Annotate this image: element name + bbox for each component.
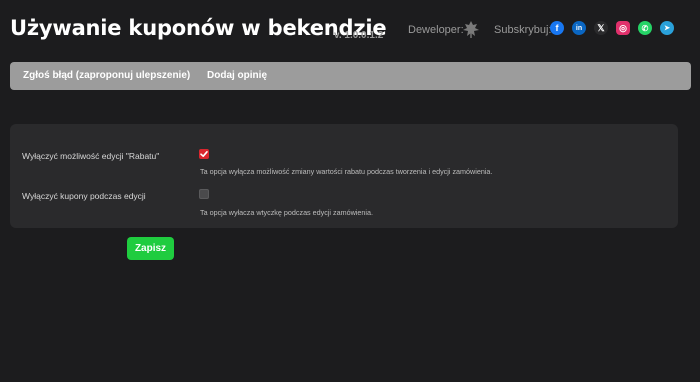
facebook-icon[interactable]: f (550, 21, 564, 35)
add-review-link[interactable]: Dodaj opinię (207, 70, 267, 81)
disable-coupons-edit-label: Wyłączyć kupony podczas edycji (22, 191, 146, 201)
page-header: Używanie kuponów w bekendzie v. 1.0.0.1.… (10, 14, 690, 50)
developer-label: Deweloper: (408, 24, 464, 36)
save-button[interactable]: Zapisz (127, 237, 174, 260)
instagram-icon[interactable]: ◎ (616, 21, 630, 35)
disable-discount-edit-checkbox[interactable] (199, 149, 209, 159)
disable-coupons-edit-description: Ta opcja wyłacza wtyczkę podczas edycji … (200, 208, 373, 217)
disable-coupons-edit-checkbox[interactable] (199, 189, 209, 199)
whatsapp-icon[interactable]: ✆ (638, 21, 652, 35)
subscribe-label: Subskrybuj: (494, 24, 552, 36)
x-twitter-icon[interactable]: 𝕏 (594, 21, 608, 35)
disable-discount-edit-label: Wyłączyć możliwość edycji "Rabatu" (22, 151, 160, 161)
report-bug-link[interactable]: Zgłoś błąd (zaproponuj ulepszenie) (23, 70, 190, 81)
version-label: v. 1.0.0.1.2 (334, 30, 384, 41)
nav-bar: Zgłoś błąd (zaproponuj ulepszenie) Dodaj… (10, 62, 691, 90)
leaf-logo-icon[interactable] (461, 19, 481, 39)
disable-discount-edit-description: Ta opcja wyłącza możliwość zmiany wartoś… (200, 167, 493, 176)
settings-panel: Wyłączyć możliwość edycji "Rabatu" Ta op… (10, 124, 678, 228)
page-title: Używanie kuponów w bekendzie (10, 16, 387, 40)
telegram-icon[interactable]: ➤ (660, 21, 674, 35)
linkedin-icon[interactable]: in (572, 21, 586, 35)
